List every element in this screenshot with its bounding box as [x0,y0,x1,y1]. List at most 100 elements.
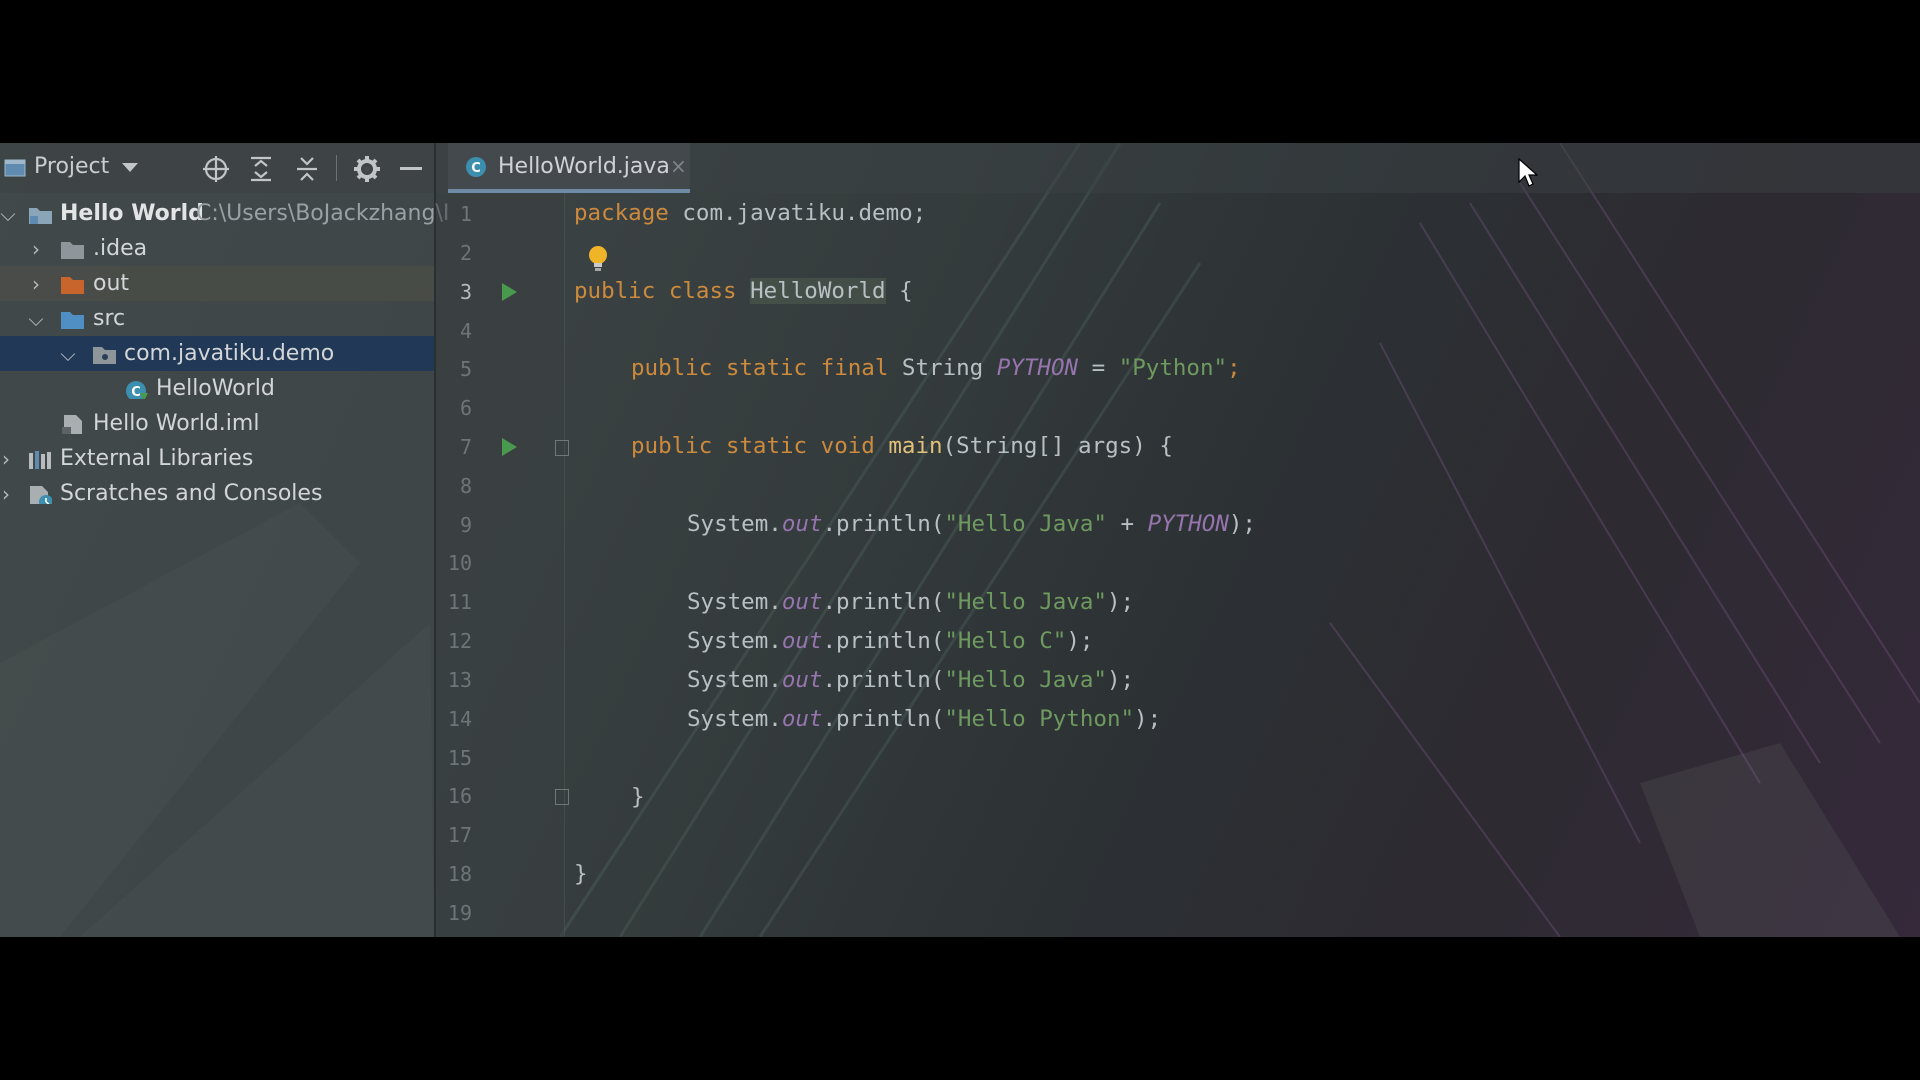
line-number: 8 [459,474,472,498]
chevron-down-icon[interactable] [122,163,138,173]
lightbulb-icon[interactable] [587,245,609,273]
code-field: out [781,511,823,537]
expand-all-icon[interactable] [250,156,272,182]
code-text: System. [687,589,782,615]
code-text: + [1106,511,1148,537]
code-text: ); [1134,706,1162,732]
tree-item-idea[interactable]: › .idea [0,231,434,266]
code-text: ); [1106,589,1135,615]
tree-label: Hello World.iml [93,411,260,436]
chevron-down-icon[interactable]: ⌵ [58,342,78,366]
line-number: 5 [459,357,472,381]
svg-text:C: C [131,385,141,399]
line-number: 10 [447,551,472,575]
code-line-18[interactable]: } [574,861,588,887]
chevron-down-icon[interactable]: ⌵ [0,202,18,226]
chevron-right-icon[interactable]: › [26,237,46,261]
line-number: 9 [459,513,472,537]
line-number: 17 [447,823,472,847]
chevron-right-icon[interactable]: › [0,447,16,471]
module-folder-icon [29,207,52,224]
svg-text:C: C [471,161,481,176]
code-text: ; [1227,355,1241,381]
libraries-icon [29,450,51,469]
code-keyword: public static void [631,433,875,459]
chevron-right-icon[interactable]: › [26,272,46,296]
code-line-12[interactable]: System.out.println("Hello C"); [687,628,1093,654]
run-class-icon[interactable] [502,283,517,301]
collapse-all-icon[interactable] [296,156,318,182]
code-text: .println( [822,706,945,732]
code-keyword: public static final [631,355,889,381]
code-line-16[interactable]: } [631,784,645,810]
tree-item-out[interactable]: › out [0,266,434,301]
minimize-icon[interactable] [400,167,422,171]
line-number: 4 [459,319,472,343]
code-line-9[interactable]: System.out.println("Hello Java" + PYTHON… [687,511,1256,537]
tab-helloworld-java[interactable]: C HelloWorld.java × [448,143,690,193]
code-text: ); [1066,628,1094,654]
code-text: { [885,278,913,304]
ide-window: Project ⌵ Hello World C:\Users\BoJackzha… [0,143,1920,937]
code-line-3[interactable]: public class HelloWorld { [574,278,913,304]
code-string: "Hello Java" [944,511,1107,537]
code-line-14[interactable]: System.out.println("Hello Python"); [687,706,1161,732]
run-main-icon[interactable] [502,438,517,456]
project-icon [4,159,26,177]
header-divider [336,155,337,181]
code-string: "Hello Java" [944,589,1107,615]
tree-path: C:\Users\BoJackzhang\I [196,201,450,226]
tree-label: External Libraries [60,446,254,471]
gear-icon[interactable] [354,156,380,182]
editor-tab-bar: C HelloWorld.java × [436,143,1920,193]
code-line-7[interactable]: public static void main(String[] args) { [631,433,1173,459]
fold-icon[interactable] [555,789,569,805]
line-number: 1 [459,202,472,226]
code-text: System. [687,628,782,654]
tree-label: com.javatiku.demo [124,341,335,366]
code-keyword: package [574,200,669,226]
tree-label: .idea [93,236,148,261]
tree-item-helloworld-class[interactable]: C HelloWorld [0,371,434,406]
tree-item-scratches-and-consoles[interactable]: › Scratches and Consoles [0,476,434,511]
code-line-1[interactable]: package com.javatiku.demo; [574,200,926,226]
code-constant: PYTHON [1147,511,1229,537]
fold-icon[interactable] [555,440,569,456]
project-panel: Project ⌵ Hello World C:\Users\BoJackzha… [0,143,449,937]
line-number: 6 [459,396,472,420]
line-number: 18 [447,862,472,886]
close-icon[interactable]: × [670,154,687,178]
line-number: 16 [447,784,472,808]
code-text: } [574,861,588,887]
tab-label: HelloWorld.java [498,153,670,179]
code-text: System. [687,706,782,732]
tree-label: src [93,306,126,331]
code-field: out [781,667,823,693]
java-class-icon: C [126,380,148,399]
code-field: out [781,628,823,654]
code-text: .println( [822,628,945,654]
project-panel-title: Project [34,154,110,179]
tree-item-com-javatiku-demo[interactable]: ⌵ com.javatiku.demo [0,336,434,371]
code-line-5[interactable]: public static final String PYTHON = "Pyt… [631,355,1241,381]
line-number: 2 [459,241,472,265]
code-text: ); [1106,667,1135,693]
line-number: 14 [447,707,472,731]
tree-item-hello-world[interactable]: ⌵ Hello World C:\Users\BoJackzhang\I [0,196,449,231]
code-string: "Python" [1118,355,1228,381]
project-view-selector[interactable]: Project [34,154,109,179]
code-text: com.javatiku.demo; [668,200,927,226]
locate-icon[interactable] [203,156,229,182]
tree-item-hello-world-iml[interactable]: Hello World.iml [0,406,434,441]
code-text: .println( [822,667,945,693]
code-line-11[interactable]: System.out.println("Hello Java"); [687,589,1134,615]
chevron-down-icon[interactable]: ⌵ [26,307,46,331]
code-line-13[interactable]: System.out.println("Hello Java"); [687,667,1134,693]
tree-item-src[interactable]: ⌵ src [0,301,434,336]
code-string: "Hello C" [944,628,1067,654]
code-text: = [1078,355,1119,381]
chevron-right-icon[interactable]: › [0,482,16,506]
tree-item-external-libraries[interactable]: › External Libraries [0,441,434,476]
line-number: 7 [459,435,472,459]
line-number: 11 [447,590,472,614]
